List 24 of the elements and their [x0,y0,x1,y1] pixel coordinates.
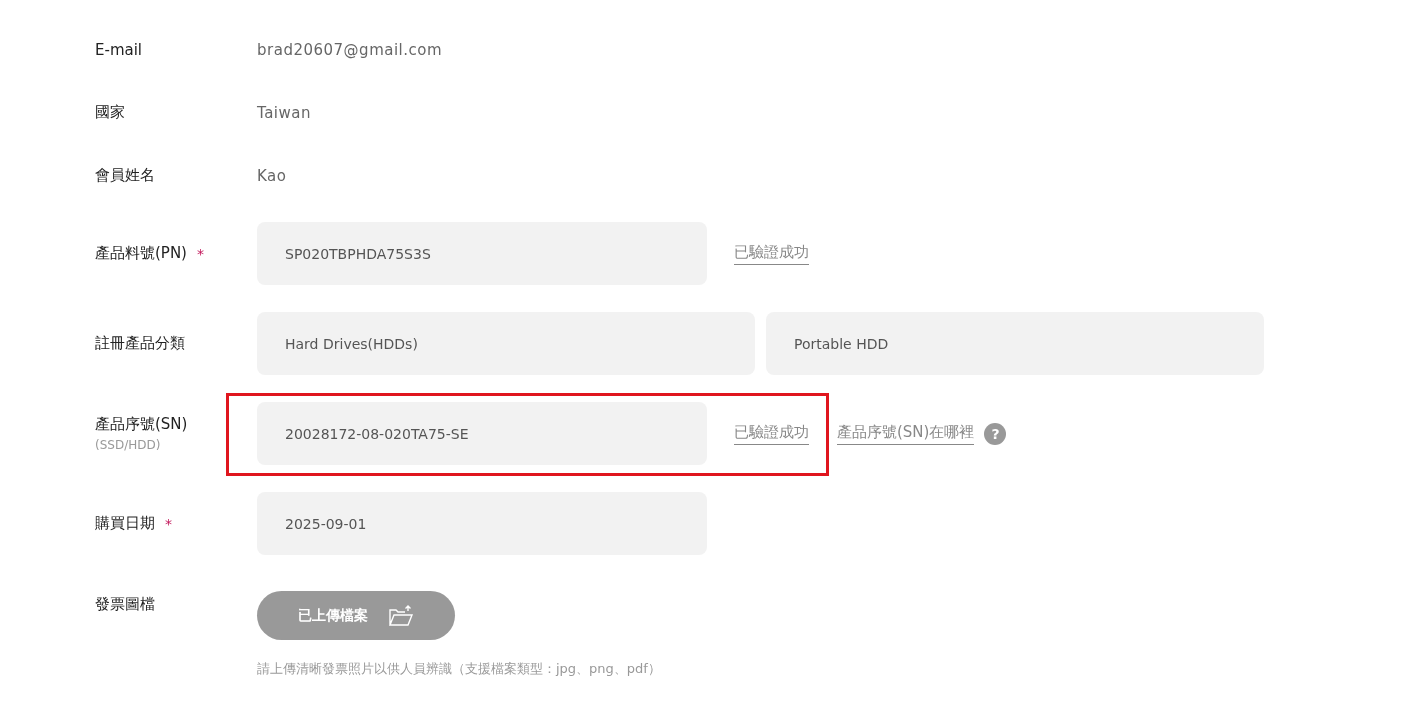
required-mark: * [165,515,172,532]
field-label: 購買日期 [95,514,155,533]
input-field[interactable]: 20028172-08-020TA75-SE [257,402,707,465]
field-value: brad20607@gmail.com [257,40,443,59]
verified-status: 已驗證成功 [734,422,809,445]
field-label: 會員姓名 [95,166,155,184]
field-label: 國家 [95,103,125,121]
folder-upload-icon [388,604,414,627]
field-label: 發票圖檔 [95,595,155,613]
field-value: Taiwan [257,103,311,122]
field-value: Kao [257,166,287,185]
field-label: 產品料號(PN) [95,244,187,263]
select-field[interactable]: Portable HDD [766,312,1264,375]
input-field[interactable]: SP020TBPHDA75S3S [257,222,707,285]
help-link[interactable]: 產品序號(SN)在哪裡 [837,422,975,445]
field-label: 產品序號(SN) [95,415,188,434]
field-label: 註冊產品分類 [95,334,185,352]
field-label: E-mail [95,40,143,59]
input-field[interactable]: 2025-09-01 [257,492,707,555]
field-sublabel: (SSD/HDD) [95,438,162,452]
upload-hint: 請上傳清晰發票照片以供人員辨識（支援檔案類型：jpg、png、pdf） [257,660,662,678]
required-mark: * [197,245,204,262]
select-field[interactable]: Hard Drives(HDDs) [257,312,755,375]
verified-status: 已驗證成功 [734,242,809,265]
